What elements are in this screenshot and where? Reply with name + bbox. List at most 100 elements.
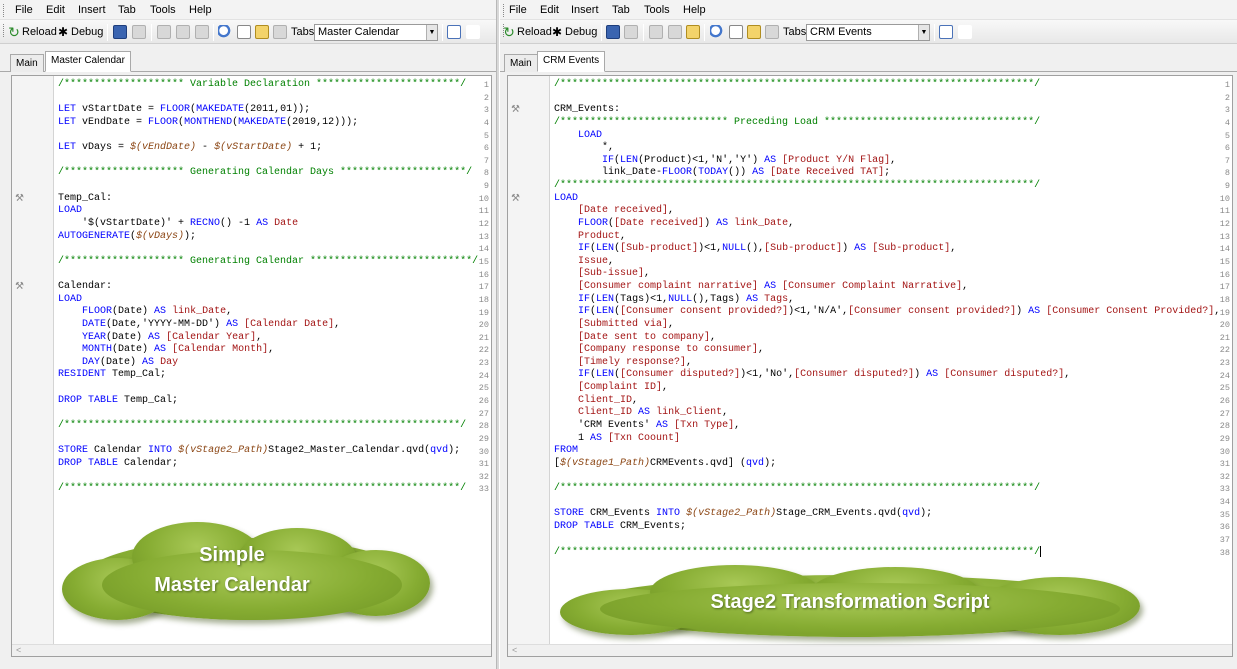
- find-button[interactable]: [710, 24, 724, 40]
- table-viewer-button[interactable]: [447, 24, 461, 40]
- reload-button[interactable]: ↻ Reload: [502, 24, 552, 40]
- script-code[interactable]: /***************************************…: [554, 79, 1232, 559]
- open-button[interactable]: [237, 24, 251, 40]
- code-token: /***************************************…: [554, 483, 1041, 494]
- code-token: LEN: [596, 243, 615, 255]
- code-line: DROP TABLE Temp_Cal;: [58, 395, 491, 408]
- goto-icon: [255, 25, 269, 39]
- code-line: LOAD: [58, 205, 491, 218]
- script-code[interactable]: /******************** Variable Declarati…: [58, 79, 491, 496]
- tab-master-calendar[interactable]: Master Calendar: [45, 51, 131, 72]
- code-line: CRM_Events:: [554, 104, 1232, 117]
- cut-button[interactable]: [157, 24, 171, 40]
- save-icon: [606, 25, 620, 39]
- wrench-icon: ⚒: [15, 281, 24, 293]
- print-button[interactable]: [132, 24, 146, 40]
- tab-strip: Main Master Calendar: [0, 44, 496, 72]
- menu-insert[interactable]: Insert: [571, 4, 599, 16]
- scroll-left-icon[interactable]: <: [16, 645, 21, 655]
- goto-button[interactable]: [255, 24, 269, 40]
- code-token: (Date): [112, 344, 155, 356]
- paste-button[interactable]: [686, 24, 700, 40]
- code-token: [Consumer Consent Provided?]: [1046, 306, 1215, 318]
- code-token: ,: [722, 407, 729, 419]
- search-icon: [218, 25, 232, 39]
- menu-tab[interactable]: Tab: [118, 4, 136, 16]
- menu-help[interactable]: Help: [189, 4, 212, 16]
- chevron-down-icon[interactable]: ▼: [426, 25, 437, 40]
- code-token: NULL: [668, 293, 693, 305]
- menu-grip: [503, 4, 506, 17]
- code-token: (),: [746, 243, 765, 255]
- code-line: [Consumer complaint narrative] AS [Consu…: [554, 281, 1232, 294]
- search-icon: [710, 25, 724, 39]
- code-line: /***************************************…: [554, 546, 1232, 559]
- syntax-check-button[interactable]: [958, 24, 972, 40]
- print-button[interactable]: [624, 24, 638, 40]
- code-token: DAY: [82, 356, 101, 368]
- tab-main[interactable]: Main: [504, 54, 538, 72]
- debug-button[interactable]: ✱ Debug: [550, 24, 597, 40]
- tab-crm-events[interactable]: CRM Events: [537, 51, 606, 72]
- code-token: Tags: [764, 293, 789, 305]
- chevron-down-icon[interactable]: ▼: [918, 25, 929, 40]
- tabs-button[interactable]: Tabs: [765, 24, 806, 40]
- menu-tab[interactable]: Tab: [612, 4, 630, 16]
- scroll-left-icon[interactable]: <: [512, 645, 517, 655]
- menu-edit[interactable]: Edit: [46, 4, 65, 16]
- table-viewer-button[interactable]: [939, 24, 953, 40]
- code-line: [$(vStage1_Path)CRMEvents.qvd] (qvd);: [554, 458, 1232, 471]
- debug-button[interactable]: ✱ Debug: [56, 24, 103, 40]
- syntax-check-button[interactable]: [466, 24, 480, 40]
- tab-select[interactable]: Master Calendar ▼: [314, 24, 438, 41]
- code-token: INTO: [656, 508, 681, 520]
- menu-tools[interactable]: Tools: [644, 4, 670, 16]
- find-button[interactable]: [218, 24, 232, 40]
- code-token: ,: [256, 331, 263, 343]
- code-token: ;: [884, 167, 891, 179]
- menu-edit[interactable]: Edit: [540, 4, 559, 16]
- save-button[interactable]: [606, 24, 620, 40]
- code-token: FLOOR: [160, 104, 191, 116]
- horizontal-scrollbar[interactable]: <: [12, 644, 491, 656]
- code-line: [Company response to consumer],: [554, 344, 1232, 357]
- code-token: AS: [148, 331, 161, 343]
- code-token: AS: [764, 154, 777, 166]
- print-icon: [624, 25, 638, 39]
- paste-button[interactable]: [195, 24, 209, 40]
- code-line: LET vStartDate = FLOOR(MAKEDATE(2011,01)…: [58, 104, 491, 117]
- code-line: Product,: [554, 231, 1232, 244]
- menu-file[interactable]: File: [15, 4, 33, 16]
- code-token: (Date): [100, 356, 143, 368]
- cut-button[interactable]: [649, 24, 663, 40]
- code-token: Client_ID: [578, 394, 633, 406]
- save-button[interactable]: [113, 24, 127, 40]
- print-icon: [132, 25, 146, 39]
- line-number-gutter: [12, 76, 54, 656]
- goto-button[interactable]: [747, 24, 761, 40]
- menu-tools[interactable]: Tools: [150, 4, 176, 16]
- code-token: [Consumer Complaint Narrative]: [782, 281, 963, 292]
- menu-help[interactable]: Help: [683, 4, 706, 16]
- code-token: [Sub-product]: [872, 243, 951, 255]
- tab-main[interactable]: Main: [10, 54, 44, 72]
- code-token: RECNO: [190, 217, 221, 229]
- code-token: LOAD: [578, 129, 603, 141]
- code-token: IF: [602, 154, 615, 166]
- copy-button[interactable]: [668, 24, 682, 40]
- code-token: MAKEDATE: [238, 116, 287, 128]
- copy-button[interactable]: [176, 24, 190, 40]
- code-token: (Product)<1,'N','Y'): [638, 154, 765, 166]
- code-token: -: [196, 142, 215, 154]
- open-button[interactable]: [729, 24, 743, 40]
- tabs-button[interactable]: Tabs: [273, 24, 314, 40]
- tab-select[interactable]: CRM Events ▼: [806, 24, 930, 41]
- reload-button[interactable]: ↻ Reload: [7, 24, 57, 40]
- code-token: Day: [160, 356, 179, 368]
- menu-file[interactable]: File: [509, 4, 527, 16]
- code-line: IF(LEN([Consumer consent provided?])<1,'…: [554, 306, 1232, 319]
- menu-insert[interactable]: Insert: [78, 4, 106, 16]
